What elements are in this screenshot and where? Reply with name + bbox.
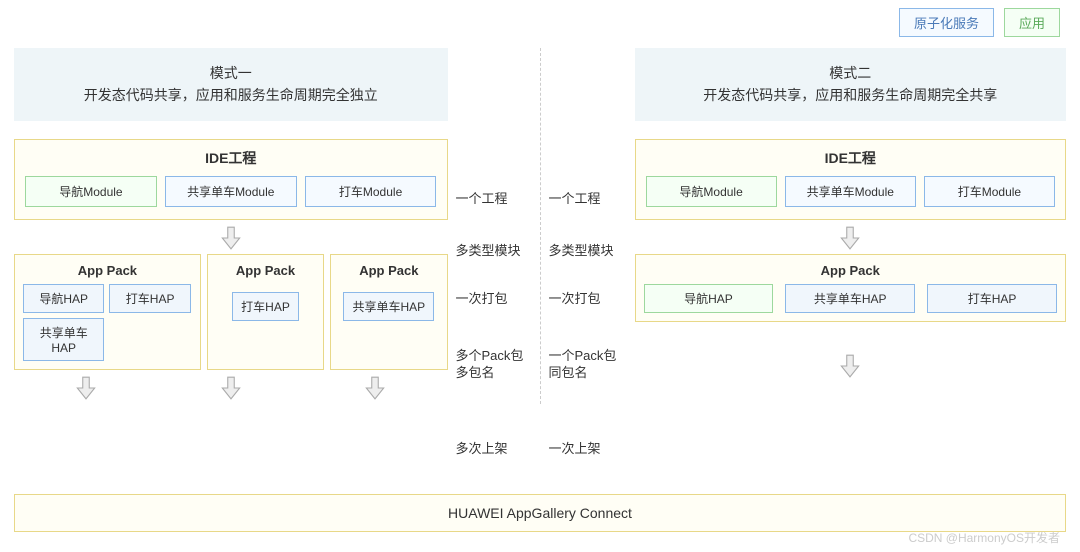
hap-bike: 共享单车HAP	[785, 284, 915, 313]
left-ide-box: IDE工程 导航Module 共享单车Module 打车Module	[14, 139, 448, 220]
down-arrow-icon	[838, 224, 862, 252]
right-packs-row: App Pack 导航HAP 共享单车HAP 打车HAP	[635, 254, 1067, 322]
left-title: 模式一	[24, 62, 438, 84]
right-subtitle: 开发态代码共享，应用和服务生命周期完全共享	[645, 84, 1057, 106]
module-bike: 共享单车Module	[165, 176, 297, 207]
column-divider	[540, 48, 541, 404]
annot-project: 一个工程	[549, 188, 601, 207]
right-pack: App Pack 导航HAP 共享单车HAP 打车HAP	[635, 254, 1067, 322]
left-pack-1: App Pack 导航HAP 打车HAP 共享单车HAP	[14, 254, 201, 370]
diagram-columns: 模式一 开发态代码共享，应用和服务生命周期完全独立 IDE工程 导航Module…	[0, 0, 1080, 404]
down-arrow-icon	[363, 374, 387, 402]
annot-packnames: 一个Pack包 同包名	[549, 348, 617, 382]
hap-taxi: 打车HAP	[109, 284, 190, 313]
hap-nav: 导航HAP	[644, 284, 774, 313]
pack-title: App Pack	[339, 263, 438, 278]
pack-title: App Pack	[216, 263, 315, 278]
hap-bike: 共享单车HAP	[343, 292, 434, 321]
left-ide-title: IDE工程	[25, 148, 437, 168]
arrow-row	[635, 352, 1067, 380]
module-bike: 共享单车Module	[785, 176, 916, 207]
right-annotations: 一个工程 多类型模块 一次打包 一个Pack包 同包名 一次上架	[545, 48, 627, 404]
module-taxi: 打车Module	[305, 176, 437, 207]
module-nav: 导航Module	[646, 176, 777, 207]
module-nav: 导航Module	[25, 176, 157, 207]
hap-nav: 导航HAP	[23, 284, 104, 313]
annot-packnames: 多个Pack包 多包名	[456, 348, 524, 382]
legend-atomic: 原子化服务	[899, 8, 994, 37]
left-header: 模式一 开发态代码共享，应用和服务生命周期完全独立	[14, 48, 448, 121]
down-arrow-icon	[219, 374, 243, 402]
hap-taxi: 打车HAP	[927, 284, 1057, 313]
legend-app: 应用	[1004, 8, 1060, 37]
right-header: 模式二 开发态代码共享，应用和服务生命周期完全共享	[635, 48, 1067, 121]
pack-title: App Pack	[23, 263, 192, 278]
arrow-row	[635, 224, 1067, 252]
left-subtitle: 开发态代码共享，应用和服务生命周期完全独立	[24, 84, 438, 106]
right-title: 模式二	[645, 62, 1057, 84]
right-ide-box: IDE工程 导航Module 共享单车Module 打车Module	[635, 139, 1067, 220]
down-arrow-icon	[838, 352, 862, 380]
module-taxi: 打车Module	[924, 176, 1055, 207]
down-arrow-icon	[74, 374, 98, 402]
column-right: 一个工程 多类型模块 一次打包 一个Pack包 同包名 一次上架 模式二 开发态…	[545, 48, 1067, 404]
annot-modules: 多类型模块	[456, 240, 521, 259]
hap-taxi: 打车HAP	[232, 292, 299, 321]
left-annotations: 一个工程 多类型模块 一次打包 多个Pack包 多包名 多次上架	[456, 48, 536, 404]
right-ide-title: IDE工程	[646, 148, 1056, 168]
down-arrow-icon	[219, 224, 243, 252]
legend: 原子化服务 应用	[899, 8, 1060, 37]
left-packs-row: App Pack 导航HAP 打车HAP 共享单车HAP App Pack 打车…	[14, 254, 448, 370]
annot-project: 一个工程	[456, 188, 508, 207]
appgallery-box: HUAWEI AppGallery Connect	[14, 494, 1066, 532]
annot-pack: 一次打包	[456, 288, 508, 307]
hap-bike: 共享单车HAP	[23, 318, 104, 361]
left-pack-3: App Pack 共享单车HAP	[330, 254, 447, 370]
annot-pack: 一次打包	[549, 288, 601, 307]
annot-modules: 多类型模块	[549, 240, 614, 259]
arrow-row	[14, 224, 448, 252]
watermark: CSDN @HarmonyOS开发者	[908, 529, 1060, 546]
column-left: 模式一 开发态代码共享，应用和服务生命周期完全独立 IDE工程 导航Module…	[14, 48, 536, 404]
pack-title: App Pack	[644, 263, 1058, 278]
arrow-row-multi	[14, 374, 448, 402]
annot-shelf: 一次上架	[549, 438, 601, 457]
left-pack-2: App Pack 打车HAP	[207, 254, 324, 370]
annot-shelf: 多次上架	[456, 438, 508, 457]
